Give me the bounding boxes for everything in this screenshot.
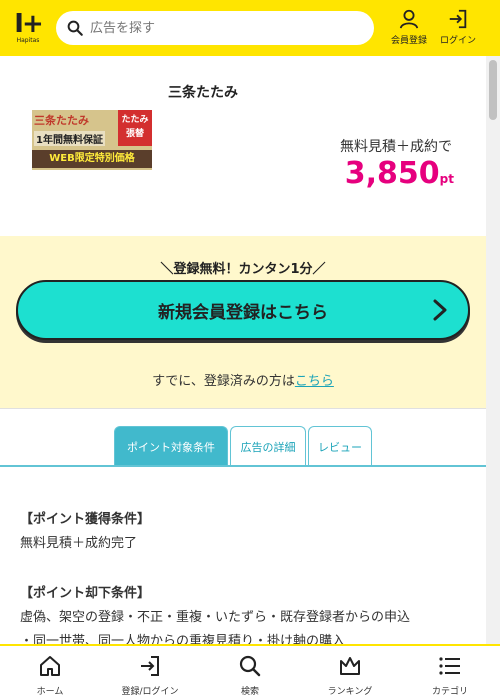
acquire-heading: 【ポイント獲得条件】 [20,512,151,527]
list-icon [439,657,460,675]
user-icon [399,9,419,29]
new-register-button[interactable]: 新規会員登録はこちら [16,280,470,340]
detail-tabs: ポイント対象条件 広告の詳細 レビュー [114,426,374,466]
nav-search-label: 検索 [240,687,259,697]
nav-home-label: ホーム [36,687,64,697]
banner-line1: 三条たたみ [34,114,89,127]
already-login-link[interactable]: こちら [295,374,334,389]
login-label: ログイン [439,36,476,46]
logo[interactable]: I+ Hapitas [0,0,56,56]
register-tagline: ＼登録無料！カンタン1分／ [160,262,326,277]
acquire-text: 無料見積＋成約完了 [20,536,138,551]
banner-line2: 1年間無料保証 [34,131,105,146]
bottom-nav: ホーム 登録/ログイン 検索 ランキング カテゴリ [0,644,500,700]
nav-ranking[interactable]: ランキング [300,646,400,700]
reject-heading: 【ポイント却下条件】 [20,586,151,601]
nav-category-label: カテゴリ [431,687,468,697]
point-unit: pt [439,172,454,186]
already-text: すでに、登録済みの方は [152,374,295,389]
home-icon [40,656,60,676]
app-header: I+ Hapitas 会員登録 ログイン [0,0,500,56]
register-button[interactable]: 会員登録 [385,8,433,48]
point-condition: 無料見積＋成約で [340,139,452,155]
login-button[interactable]: ログイン [434,8,482,48]
new-register-label: 新規会員登録はこちら [158,302,328,323]
ad-banner-image[interactable]: 三条たたみ たたみ張替 1年間無料保証 WEB限定特別価格 [32,110,152,170]
logo-text: Hapitas [16,36,40,44]
scrollbar[interactable] [486,56,500,644]
nav-login[interactable]: 登録/ログイン [100,646,200,700]
tab-point-conditions[interactable]: ポイント対象条件 [114,426,228,466]
login-icon [449,9,467,29]
search-icon [239,655,261,677]
chevron-right-icon [433,299,447,321]
nav-category[interactable]: カテゴリ [400,646,500,700]
register-label: 会員登録 [390,36,427,46]
login-icon [141,656,159,676]
search-icon [67,20,83,36]
divider [0,408,486,409]
tab-underline [0,465,486,467]
nav-login-label: 登録/ログイン [121,687,179,697]
nav-home[interactable]: ホーム [0,646,100,700]
nav-search[interactable]: 検索 [200,646,300,700]
ad-title: 三条たたみ [168,85,238,101]
banner-line3: WEB限定特別価格 [32,150,152,168]
scroll-thumb[interactable] [489,60,497,120]
search-input[interactable] [90,20,350,36]
crown-icon [340,657,360,675]
point-amount: 3,850pt [345,156,454,191]
reject-line1: 虚偽、架空の登録・不正・重複・いたずら・既存登録者からの申込 [20,610,411,625]
tab-reviews[interactable]: レビュー [308,426,372,466]
already-registered: すでに、登録済みの方はこちら [0,370,486,389]
tab-ad-details[interactable]: 広告の詳細 [230,426,306,466]
nav-ranking-label: ランキング [327,687,373,697]
banner-badge: たたみ張替 [118,110,152,146]
point-value: 3,850 [344,156,440,191]
logo-mark: I+ [14,8,44,39]
search-bar[interactable] [56,11,374,45]
